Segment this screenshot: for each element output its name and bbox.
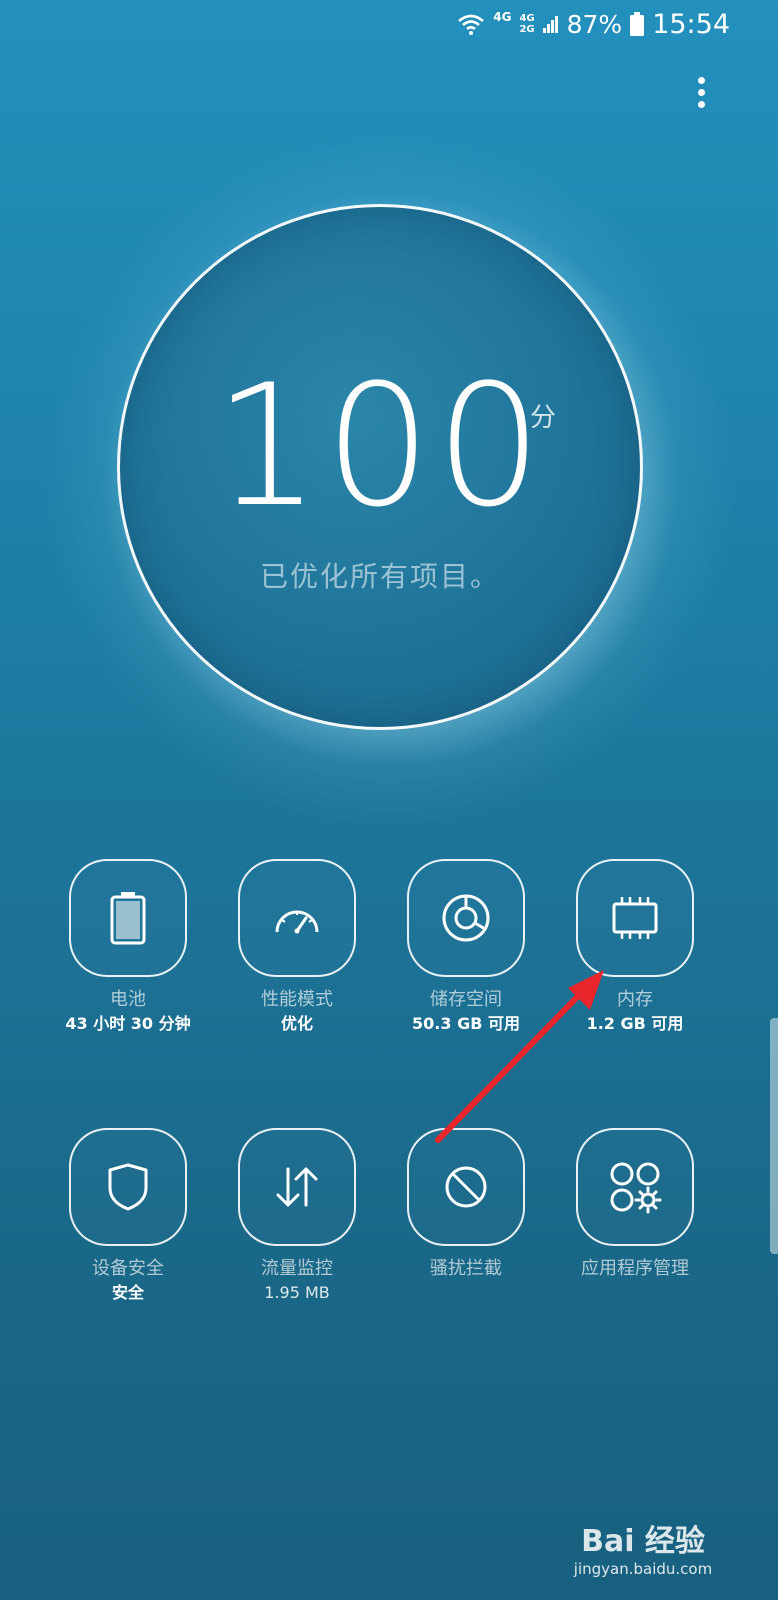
- baidu-watermark: Bai 经验 jingyan.baidu.com: [568, 1516, 718, 1578]
- block-icon: [445, 1166, 487, 1208]
- tile-memory[interactable]: 内存 1.2 GB 可用: [560, 859, 710, 1035]
- tile-label: 性能模式: [261, 989, 333, 1010]
- battery-status-icon: [630, 12, 645, 36]
- battery-icon: [110, 892, 146, 945]
- tile-performance-mode[interactable]: 性能模式 优化: [222, 859, 372, 1035]
- score-description: 已优化所有项目。: [259, 560, 500, 593]
- tile-icon-box: [238, 859, 356, 977]
- watermark-brand: Bai 经验: [581, 1524, 705, 1559]
- tile-value: 优化: [280, 1014, 313, 1033]
- tile-label: 储存空间: [430, 989, 502, 1010]
- tile-value: 安全: [111, 1283, 144, 1302]
- battery-percent: 87%: [566, 9, 623, 39]
- tile-data-monitor[interactable]: 流量监控 1.95 MB: [222, 1128, 372, 1304]
- tile-label: 骚扰拦截: [430, 1258, 502, 1279]
- tile-battery[interactable]: 电池 43 小时 30 分钟: [53, 859, 203, 1035]
- tile-icon-box: [576, 859, 694, 977]
- tile-label: 内存: [617, 989, 653, 1010]
- tile-value: 1.95 MB: [264, 1283, 330, 1302]
- clock-time: 15:54: [652, 8, 730, 40]
- score-value: 100: [213, 348, 547, 544]
- status-icons: 4G 4G 2G 87% 15:54: [457, 6, 730, 42]
- tile-icon-box: [407, 1128, 525, 1246]
- signal-icon: [542, 16, 558, 33]
- network-bottom-label: 2G: [519, 24, 535, 35]
- score-circle[interactable]: 100 分 已优化所有项目。: [117, 204, 643, 730]
- tile-spam-block[interactable]: 骚扰拦截: [391, 1128, 541, 1282]
- tile-label: 电池: [110, 989, 146, 1010]
- tile-value: 43 小时 30 分钟: [65, 1014, 191, 1033]
- more-options-icon: [697, 76, 705, 84]
- tile-icon-box: [69, 859, 187, 977]
- speedometer-icon: [275, 910, 319, 934]
- tile-value: 50.3 GB 可用: [412, 1014, 520, 1033]
- tile-icon-box: [69, 1128, 187, 1246]
- score-unit: 分: [530, 403, 557, 433]
- tile-icon-box: [407, 859, 525, 977]
- tile-label: 应用程序管理: [581, 1258, 689, 1279]
- memory-chip-icon: [612, 897, 658, 939]
- watermark-site: jingyan.baidu.com: [573, 1560, 713, 1578]
- data-transfer-icon: [276, 1167, 318, 1207]
- storage-icon: [442, 894, 490, 942]
- app-management-icon: [610, 1162, 662, 1214]
- tile-label: 流量监控: [261, 1258, 333, 1279]
- more-options-dot: [697, 100, 705, 108]
- tile-storage[interactable]: 储存空间 50.3 GB 可用: [391, 859, 541, 1035]
- shield-icon: [108, 1163, 148, 1211]
- more-options-dot: [697, 88, 705, 96]
- status-bar: 4G 4G 2G 87% 15:54: [0, 0, 778, 48]
- tile-value: 1.2 GB 可用: [586, 1014, 684, 1033]
- tile-label: 设备安全: [92, 1258, 164, 1279]
- dual-network-label: 4G 2G: [519, 13, 534, 35]
- tile-device-security[interactable]: 设备安全 安全: [53, 1128, 203, 1304]
- network-top-label: 4G: [519, 13, 535, 24]
- network-type-label: 4G: [493, 10, 512, 24]
- wifi-icon: [458, 14, 485, 35]
- tile-app-management[interactable]: 应用程序管理: [560, 1128, 710, 1282]
- more-options-button[interactable]: [686, 72, 716, 112]
- tile-icon-box: [576, 1128, 694, 1246]
- tile-icon-box: [238, 1128, 356, 1246]
- scrollbar-handle[interactable]: [770, 1018, 778, 1254]
